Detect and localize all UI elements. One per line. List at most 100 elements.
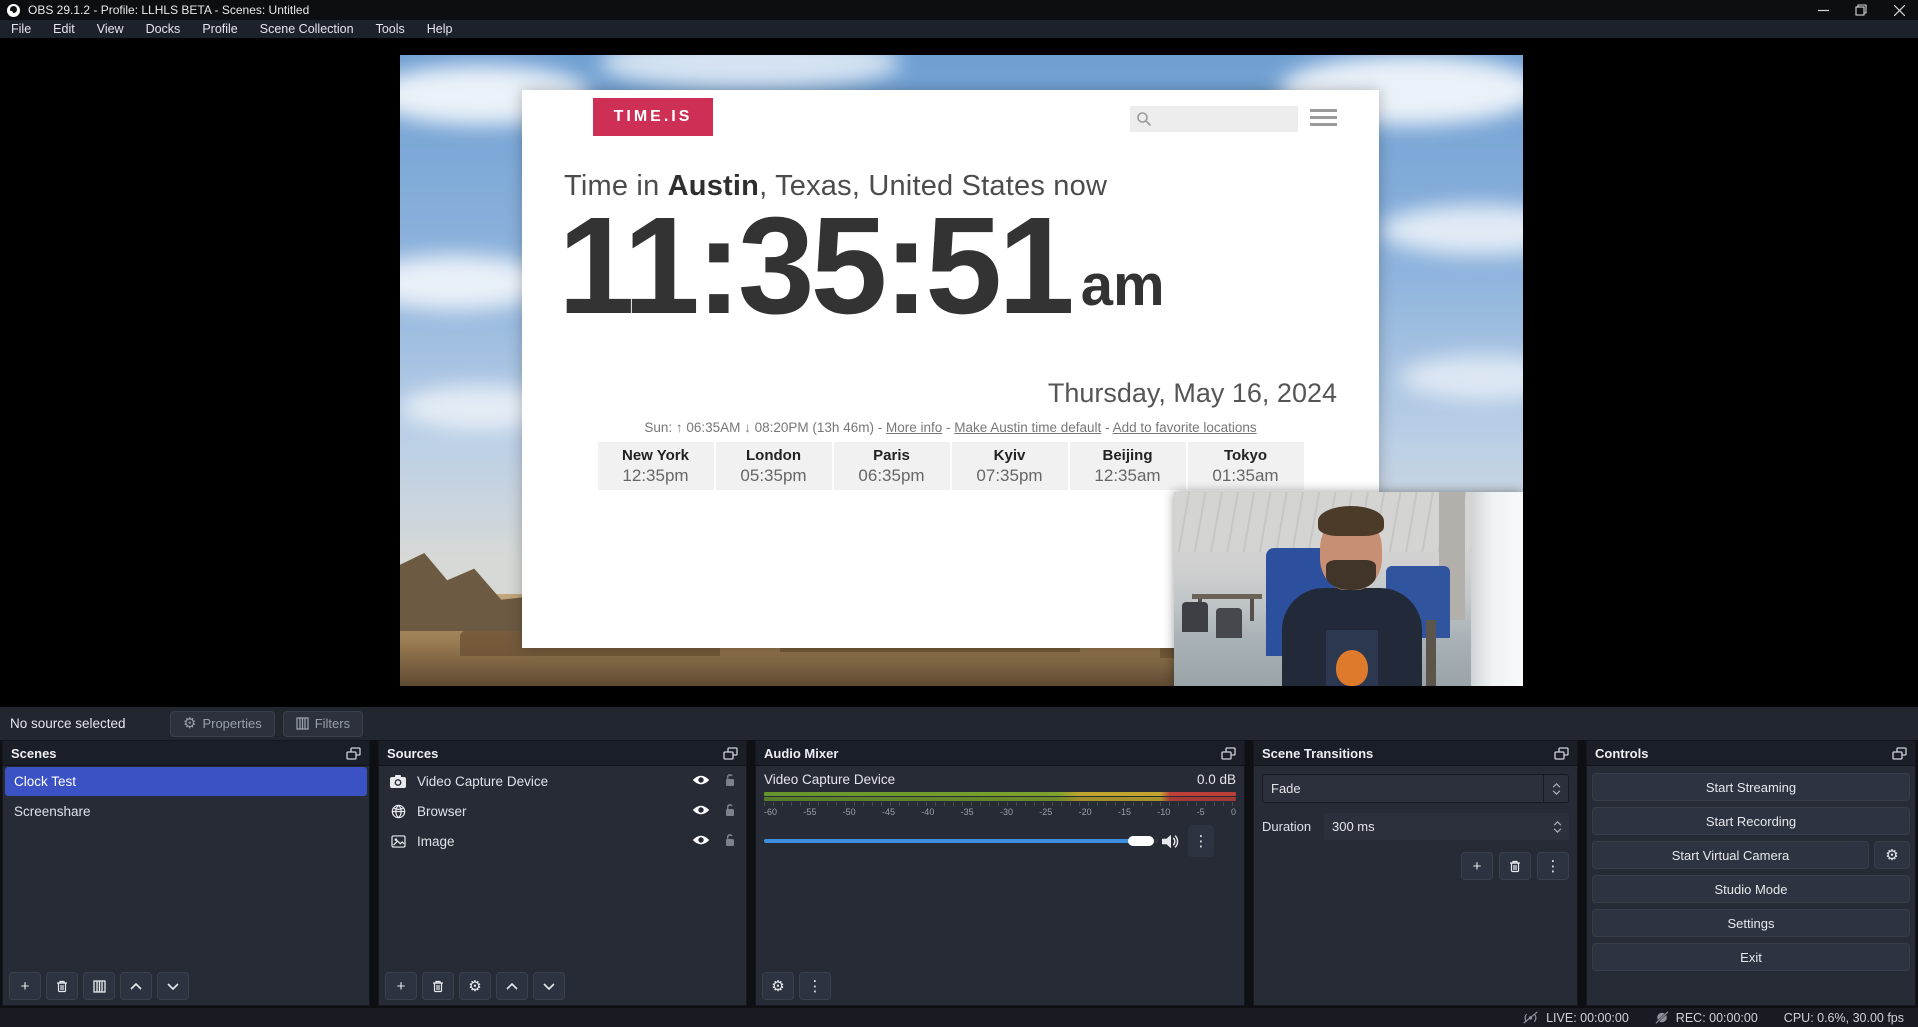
settings-button[interactable]: Settings bbox=[1592, 909, 1910, 937]
volume-slider[interactable] bbox=[764, 839, 1154, 843]
virtual-camera-config-button[interactable]: ⚙ bbox=[1874, 841, 1910, 869]
start-streaming-button[interactable]: Start Streaming bbox=[1592, 773, 1910, 801]
transition-properties-button[interactable]: ⋮ bbox=[1537, 852, 1569, 880]
scene-up-button[interactable] bbox=[120, 972, 152, 1000]
menu-scene-collection[interactable]: Scene Collection bbox=[249, 20, 365, 38]
properties-button[interactable]: ⚙ Properties bbox=[170, 711, 275, 737]
mixer-menu-button[interactable]: ⋮ bbox=[799, 972, 831, 1000]
scene-transitions-panel: Scene Transitions Fade Duration 300 ms bbox=[1253, 740, 1578, 1006]
spinbox-arrows-icon[interactable] bbox=[1545, 813, 1569, 840]
rec-status: REC: 00:00:00 bbox=[1655, 1011, 1758, 1025]
scene-down-button[interactable] bbox=[157, 972, 189, 1000]
menu-view[interactable]: View bbox=[86, 20, 135, 38]
mixer-options-button[interactable]: ⋮ bbox=[1188, 825, 1214, 857]
visibility-eye-icon[interactable] bbox=[692, 774, 710, 789]
timeis-date: Thursday, May 16, 2024 bbox=[1048, 378, 1337, 409]
duration-value: 300 ms bbox=[1324, 819, 1545, 834]
popout-icon[interactable] bbox=[723, 747, 738, 760]
menu-file[interactable]: File bbox=[0, 20, 42, 38]
sources-panel-title: Sources bbox=[387, 746, 438, 761]
mixer-level-db: 0.0 dB bbox=[1197, 772, 1236, 787]
remove-transition-button[interactable] bbox=[1499, 852, 1531, 880]
visibility-eye-icon[interactable] bbox=[692, 834, 710, 849]
add-scene-button[interactable]: + bbox=[9, 972, 41, 1000]
scenes-panel-title: Scenes bbox=[11, 746, 57, 761]
add-source-button[interactable]: + bbox=[385, 972, 417, 1000]
start-virtual-camera-button[interactable]: Start Virtual Camera bbox=[1592, 841, 1869, 869]
city-box: New York12:35pm bbox=[598, 442, 714, 490]
city-box: Beijing12:35am bbox=[1070, 442, 1186, 490]
close-button[interactable] bbox=[1880, 0, 1918, 20]
source-down-button[interactable] bbox=[533, 972, 565, 1000]
gear-icon: ⚙ bbox=[1885, 848, 1898, 863]
make-default-link: Make Austin time default bbox=[954, 420, 1101, 435]
start-recording-button[interactable]: Start Recording bbox=[1592, 807, 1910, 835]
exit-button[interactable]: Exit bbox=[1592, 943, 1910, 971]
scene-transitions-title: Scene Transitions bbox=[1262, 746, 1373, 761]
popout-icon[interactable] bbox=[346, 747, 361, 760]
advanced-audio-button[interactable]: ⚙ bbox=[762, 972, 794, 1000]
cpu-fps-readout: CPU: 0.6%, 30.00 fps bbox=[1784, 1011, 1904, 1025]
cloud-shape bbox=[600, 55, 900, 90]
city-box: Paris06:35pm bbox=[834, 442, 950, 490]
studio-mode-button[interactable]: Studio Mode bbox=[1592, 875, 1910, 903]
remove-source-button[interactable] bbox=[422, 972, 454, 1000]
scene-item-screenshare[interactable]: Screenshare bbox=[5, 797, 367, 826]
mixer-channel-name: Video Capture Device bbox=[764, 772, 895, 787]
source-toolbar: No source selected ⚙ Properties Filters bbox=[0, 707, 1918, 740]
add-transition-button[interactable]: + bbox=[1461, 852, 1493, 880]
gear-icon: ⚙ bbox=[183, 716, 196, 731]
timeis-search-box bbox=[1130, 106, 1298, 132]
timeis-sun-line: Sun: ↑ 06:35AM ↓ 08:20PM (13h 46m) - Mor… bbox=[522, 420, 1379, 435]
mountain-shape bbox=[400, 553, 535, 631]
globe-icon bbox=[389, 804, 407, 819]
filters-button[interactable]: Filters bbox=[283, 711, 363, 737]
source-row-browser[interactable]: Browser bbox=[379, 796, 746, 826]
minimize-button[interactable] bbox=[1804, 0, 1842, 20]
scene-item-clock-test[interactable]: Clock Test bbox=[5, 767, 367, 796]
trash-icon bbox=[1509, 860, 1521, 873]
timeis-clock: 11:35:51am bbox=[558, 194, 1348, 339]
source-properties-button[interactable]: ⚙ bbox=[459, 972, 491, 1000]
stream-inactive-icon bbox=[1522, 1011, 1539, 1024]
world-cities-row: New York12:35pm London05:35pm Paris06:35… bbox=[522, 442, 1379, 490]
lock-icon[interactable] bbox=[724, 803, 736, 820]
volume-slider-handle[interactable] bbox=[1128, 836, 1154, 846]
source-row-video-capture[interactable]: Video Capture Device bbox=[379, 766, 746, 796]
speaker-icon[interactable] bbox=[1162, 834, 1180, 849]
dock-area: Scenes Clock Test Screenshare + bbox=[0, 740, 1918, 1008]
menu-help[interactable]: Help bbox=[416, 20, 464, 38]
program-canvas[interactable]: TIME.IS Time in Austin, Texas, United St… bbox=[400, 55, 1523, 686]
trash-icon bbox=[432, 980, 444, 993]
lock-icon[interactable] bbox=[724, 773, 736, 790]
remove-scene-button[interactable] bbox=[46, 972, 78, 1000]
search-icon bbox=[1136, 111, 1152, 127]
menu-tools[interactable]: Tools bbox=[365, 20, 416, 38]
live-timer: LIVE: 00:00:00 bbox=[1546, 1011, 1629, 1025]
popout-icon[interactable] bbox=[1221, 747, 1236, 760]
city-box: Tokyo01:35am bbox=[1188, 442, 1304, 490]
audio-mixer-panel: Audio Mixer Video Capture Device 0.0 dB … bbox=[755, 740, 1245, 1006]
transition-select[interactable]: Fade bbox=[1262, 774, 1569, 803]
more-info-link: More info bbox=[886, 420, 942, 435]
menu-edit[interactable]: Edit bbox=[42, 20, 86, 38]
popout-icon[interactable] bbox=[1554, 747, 1569, 760]
duration-spinbox[interactable]: 300 ms bbox=[1324, 813, 1569, 840]
scene-filters-button[interactable] bbox=[83, 972, 115, 1000]
visibility-eye-icon[interactable] bbox=[692, 804, 710, 819]
source-row-image[interactable]: Image bbox=[379, 826, 746, 856]
preview-area: TIME.IS Time in Austin, Texas, United St… bbox=[0, 38, 1918, 707]
popout-icon[interactable] bbox=[1892, 747, 1907, 760]
hamburger-menu-icon bbox=[1310, 109, 1337, 130]
meter-tick-labels: -60-55-50-45-40-35-30-25-20-15-10-50 bbox=[764, 807, 1236, 817]
menu-profile[interactable]: Profile bbox=[191, 20, 248, 38]
restore-button[interactable] bbox=[1842, 0, 1880, 20]
filters-icon bbox=[93, 980, 106, 993]
city-box: London05:35pm bbox=[716, 442, 832, 490]
lock-icon[interactable] bbox=[724, 833, 736, 850]
menu-docks[interactable]: Docks bbox=[135, 20, 192, 38]
source-up-button[interactable] bbox=[496, 972, 528, 1000]
cloud-shape bbox=[1380, 205, 1523, 255]
cloud-shape bbox=[1400, 355, 1523, 400]
select-arrows-icon[interactable] bbox=[1543, 775, 1568, 802]
